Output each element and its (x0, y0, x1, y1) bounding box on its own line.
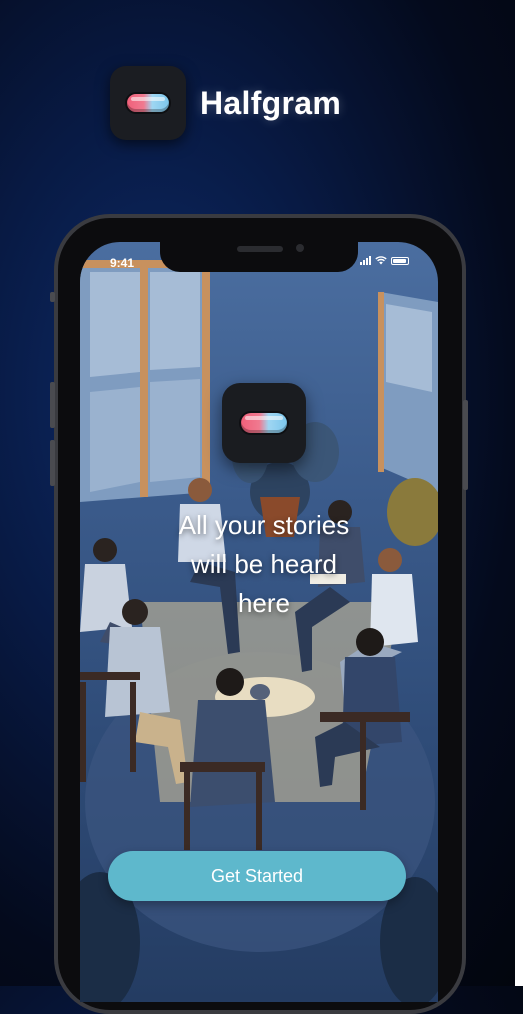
get-started-button[interactable]: Get Started (108, 851, 406, 901)
app-icon (110, 66, 186, 140)
brand-name: Halfgram (200, 84, 342, 121)
pill-icon (127, 94, 169, 112)
teapot (250, 684, 270, 700)
status-icons (360, 256, 409, 265)
volume-up-button (50, 382, 55, 428)
earpiece-speaker (237, 246, 283, 252)
wifi-icon (375, 256, 387, 265)
edge-strip (515, 0, 523, 986)
power-button (463, 400, 468, 490)
front-camera (296, 244, 304, 252)
window-right (378, 292, 438, 492)
pill-icon (241, 413, 287, 433)
onboarding-app-icon (222, 383, 306, 463)
battery-icon (391, 256, 409, 265)
onboarding-headline: All your stories will be heard here (130, 506, 398, 623)
signal-icon (360, 256, 371, 265)
brand-header: Halfgram (110, 66, 341, 140)
volume-down-button (50, 440, 55, 486)
window-left (80, 260, 215, 502)
status-time: 9:41 (110, 256, 135, 270)
headline-line: will be heard (191, 549, 337, 579)
headline-line: here (237, 588, 291, 618)
headline-line: All your stories (178, 510, 350, 540)
side-button (50, 292, 55, 302)
